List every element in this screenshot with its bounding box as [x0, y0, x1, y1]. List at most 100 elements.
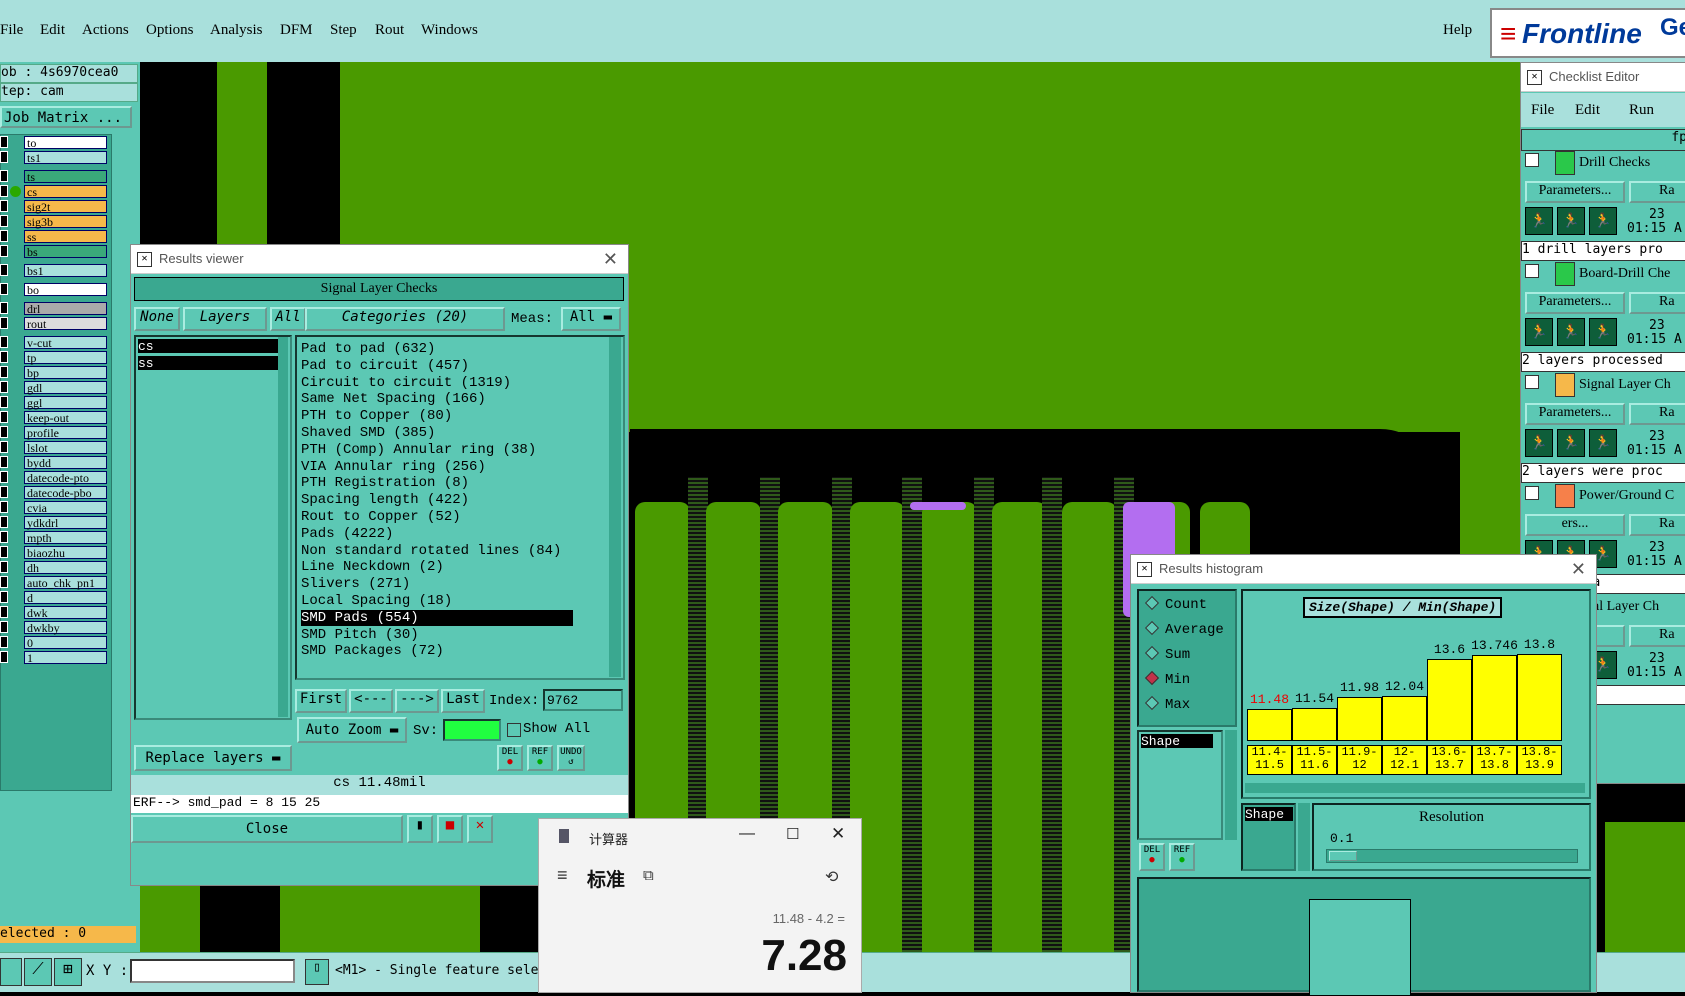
enable-checkbox[interactable] — [1525, 153, 1539, 167]
menu-options[interactable]: Options — [146, 22, 194, 39]
layer-row[interactable]: dwkby — [0, 621, 108, 635]
layer-checkbox[interactable] — [0, 302, 8, 314]
close-icon[interactable]: ✕ — [603, 249, 618, 270]
layer-name[interactable]: auto_chk_pn1 — [24, 576, 107, 590]
menu-analysis[interactable]: Analysis — [210, 22, 263, 39]
layer-row[interactable]: bs — [0, 245, 108, 259]
layer-row[interactable]: gdl — [0, 381, 108, 395]
layer-row[interactable]: to — [0, 136, 108, 150]
scrollbar[interactable] — [609, 337, 621, 677]
menu-windows[interactable]: Windows — [421, 22, 478, 39]
mode-radio-count[interactable]: Count — [1143, 595, 1207, 613]
histogram-bar[interactable] — [1292, 708, 1337, 741]
menu-icon[interactable]: ≡ — [557, 865, 568, 886]
shape-listbox[interactable]: Shape — [1137, 730, 1223, 840]
none-button[interactable]: None — [134, 307, 180, 331]
shape-selector[interactable]: Shape — [1241, 803, 1296, 871]
category-item[interactable]: PTH Registration (8) — [301, 475, 469, 491]
category-item[interactable]: PTH (Comp) Annular ring (38) — [301, 442, 536, 458]
run-action-icon[interactable]: 🏃 — [1525, 429, 1553, 457]
enable-checkbox[interactable] — [1525, 375, 1539, 389]
category-item[interactable]: Slivers (271) — [301, 576, 410, 592]
category-item[interactable]: SMD Packages (72) — [301, 643, 444, 659]
layer-name[interactable]: bo — [24, 283, 107, 297]
maximize-icon[interactable]: ☐ — [786, 825, 799, 843]
category-item[interactable]: Line Neckdown (2) — [301, 559, 444, 575]
del-button[interactable]: DEL ● — [497, 745, 523, 771]
all-button[interactable]: All — [270, 307, 306, 331]
layer-name[interactable]: bydd — [24, 456, 107, 470]
layer-name[interactable]: d — [24, 591, 107, 605]
category-item[interactable]: Pad to pad (632) — [301, 341, 435, 357]
layer-checkbox[interactable] — [0, 441, 8, 453]
layer-name[interactable]: cs — [24, 185, 107, 199]
histogram-bar[interactable] — [1472, 655, 1517, 741]
layer-checkbox[interactable] — [0, 606, 8, 618]
last-button[interactable]: Last — [441, 689, 485, 713]
layer-row[interactable]: bp — [0, 366, 108, 380]
slider-handle[interactable] — [1329, 851, 1357, 861]
layer-row[interactable]: mpth — [0, 531, 108, 545]
layer-checkbox[interactable] — [0, 501, 8, 513]
scrollbar[interactable] — [1225, 730, 1237, 840]
scrollbar[interactable] — [1298, 803, 1310, 871]
layer-checkbox[interactable] — [0, 264, 8, 276]
run-action-icon[interactable]: 🏃 — [1525, 318, 1553, 346]
category-item[interactable]: Local Spacing (18) — [301, 593, 452, 609]
run-button[interactable]: Ra — [1629, 625, 1685, 647]
category-item[interactable]: PTH to Copper (80) — [301, 408, 452, 424]
histogram-titlebar[interactable]: ✕ Results histogram ✕ — [1131, 555, 1596, 584]
layer-name[interactable]: mpth — [24, 531, 107, 545]
menu-step[interactable]: Step — [330, 22, 357, 39]
layer-checkbox[interactable] — [0, 245, 8, 257]
tool-icon-2[interactable]: ■ — [437, 815, 463, 843]
category-listbox[interactable]: Pad to pad (632) Pad to circuit (457) Circ… — [295, 335, 625, 680]
layers-button[interactable]: Layers — [183, 307, 267, 331]
layer-row[interactable]: profile — [0, 426, 108, 440]
layer-checkbox[interactable] — [0, 486, 8, 498]
layer-name[interactable]: ggl — [24, 396, 107, 410]
layer-name[interactable]: sig3b — [24, 215, 107, 229]
mode-radio-min[interactable]: Min — [1143, 670, 1190, 688]
undo-button[interactable]: UNDO ↺ — [557, 745, 585, 771]
prev-button[interactable]: <--- — [349, 689, 393, 713]
layer-row[interactable]: v-cut — [0, 336, 108, 350]
category-item[interactable]: Non standard rotated lines (84) — [301, 543, 561, 559]
del-button[interactable]: DEL ● — [1139, 843, 1165, 871]
category-item[interactable]: SMD Pitch (30) — [301, 627, 419, 643]
close-button[interactable]: Close — [131, 815, 403, 843]
next-button[interactable]: ---> — [395, 689, 439, 713]
run-action-icon[interactable]: 🏃 — [1589, 429, 1617, 457]
layer-name[interactable]: keep-out — [24, 411, 107, 425]
parameters-button[interactable]: Parameters... — [1525, 292, 1625, 314]
layer-name[interactable]: to — [24, 136, 107, 150]
sv-color-dropdown[interactable] — [443, 719, 501, 741]
category-item[interactable]: Same Net Spacing (166) — [301, 391, 486, 407]
menu-help[interactable]: Help — [1443, 22, 1472, 39]
run-action-icon[interactable]: 🏃 — [1557, 429, 1585, 457]
layer-name[interactable]: ss — [24, 230, 107, 244]
job-matrix-button[interactable]: Job Matrix ... — [0, 106, 132, 128]
layer-checkbox[interactable] — [0, 336, 8, 348]
layer-name[interactable]: ydkdrl — [24, 516, 107, 530]
close-icon[interactable]: ✕ — [1571, 559, 1586, 580]
layer-name[interactable]: cvia — [24, 501, 107, 515]
layer-checkbox[interactable] — [0, 411, 8, 423]
layer-row[interactable]: bydd — [0, 456, 108, 470]
layer-list-item[interactable]: ss — [138, 356, 278, 371]
grid-icon[interactable]: ⊞ — [54, 958, 82, 986]
layer-name[interactable]: profile — [24, 426, 107, 440]
layer-row[interactable]: bs1 — [0, 264, 108, 278]
replace-layers-dropdown[interactable]: Replace layers ▬ — [134, 745, 292, 771]
enable-checkbox[interactable] — [1525, 264, 1539, 278]
auto-zoom-dropdown[interactable]: Auto Zoom ▬ — [297, 717, 407, 743]
layer-name[interactable]: dwkby — [24, 621, 107, 635]
layer-checkbox[interactable] — [0, 215, 8, 227]
layer-listbox[interactable]: cs ss — [134, 335, 292, 720]
categories-button[interactable]: Categories (20) — [305, 307, 505, 331]
mode-radio-average[interactable]: Average — [1143, 620, 1224, 638]
layer-checkbox[interactable] — [0, 546, 8, 558]
layer-name[interactable]: sig2t — [24, 200, 107, 214]
run-action-icon[interactable]: 🏃 — [1557, 207, 1585, 235]
layer-row[interactable]: sig2t — [0, 200, 108, 214]
